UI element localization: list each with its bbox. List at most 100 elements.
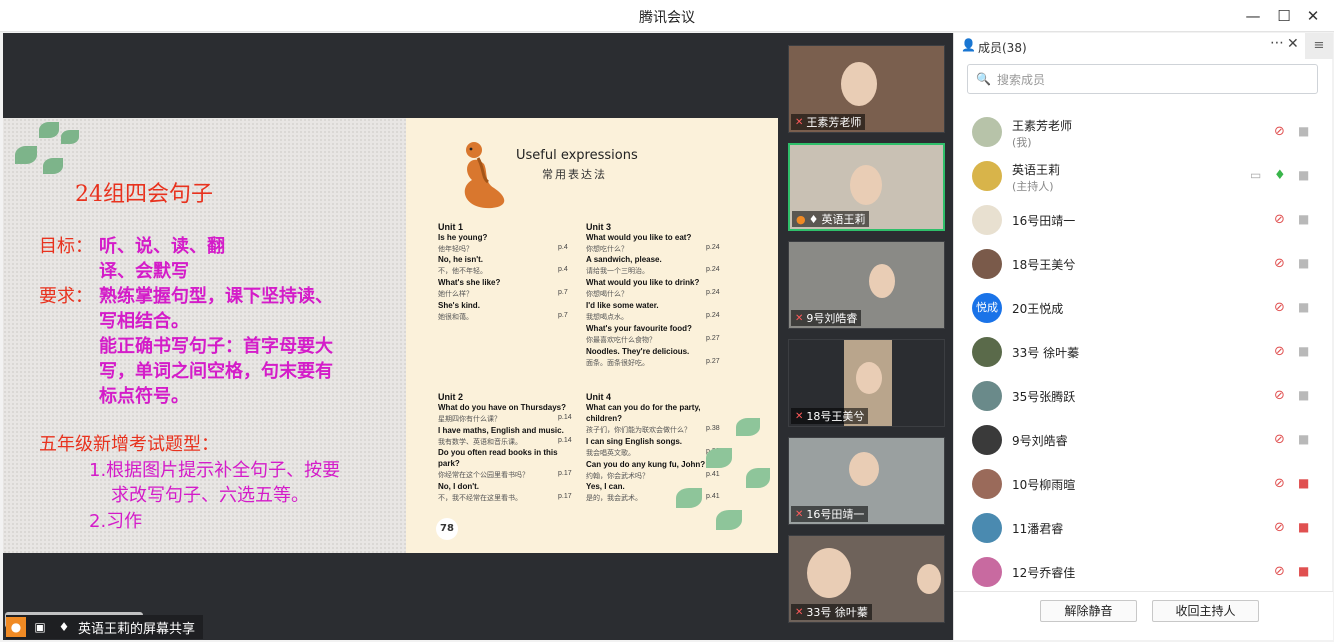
camera-icon[interactable]: ■ bbox=[1298, 388, 1309, 402]
page-ref: p.17 bbox=[558, 493, 572, 500]
member-row[interactable]: 9号刘皓睿 ⊘ ■ bbox=[954, 418, 1319, 462]
member-row[interactable]: 英语王莉 (主持人) ▭ ♦ ■ bbox=[954, 154, 1319, 198]
minimize-button[interactable]: — bbox=[1242, 5, 1264, 27]
video-tile-label: ✕ 33号 徐叶蓁 bbox=[791, 604, 872, 620]
window-title: 腾讯会议 bbox=[639, 10, 695, 26]
member-row[interactable]: 10号柳雨暄 ⊘ ■ bbox=[954, 462, 1319, 506]
member-row[interactable]: 16号田靖一 ⊘ ■ bbox=[954, 198, 1319, 242]
reclaim-host-button[interactable]: 收回主持人 bbox=[1152, 600, 1259, 622]
leaf-decoration bbox=[706, 448, 732, 468]
expression-cn: 你经常在这个公园里看书吗？ bbox=[438, 472, 529, 479]
avatar bbox=[972, 337, 1002, 367]
mic-muted-icon[interactable]: ⊘ bbox=[1274, 388, 1285, 403]
page-ref: p.24 bbox=[706, 244, 720, 251]
mic-active-icon[interactable]: ♦ bbox=[1274, 168, 1286, 183]
expression-cn: 面条。面条很好吃。 bbox=[586, 360, 649, 367]
mic-muted-icon[interactable]: ⊘ bbox=[1274, 344, 1285, 359]
page-ref: p.4 bbox=[558, 266, 568, 273]
goal-text-2: 译、会默写 bbox=[99, 261, 189, 282]
mic-muted-icon[interactable]: ⊘ bbox=[1274, 520, 1285, 535]
mic-muted-icon[interactable]: ⊘ bbox=[1274, 432, 1285, 447]
camera-off-icon[interactable]: ■ bbox=[1298, 520, 1309, 534]
mic-muted-icon[interactable]: ⊘ bbox=[1274, 300, 1285, 315]
member-name: 王素芳老师 bbox=[1012, 119, 1073, 133]
member-row[interactable]: 35号张腾跃 ⊘ ■ bbox=[954, 374, 1319, 418]
member-name: 18号王美兮 bbox=[1012, 258, 1076, 272]
member-name: 10号柳雨暄 bbox=[1012, 478, 1076, 492]
unmute-all-button[interactable]: 解除静音 bbox=[1040, 600, 1137, 622]
member-name: 35号张腾跃 bbox=[1012, 390, 1076, 404]
page-ref: p.24 bbox=[706, 266, 720, 273]
expression: What would you like to eat? bbox=[586, 233, 692, 242]
more-icon[interactable]: ⋯ bbox=[1270, 35, 1284, 51]
expression-cn: 你想喝什么？ bbox=[586, 291, 628, 298]
video-tile[interactable]: ✕ 9号刘皓睿 bbox=[788, 241, 945, 329]
mic-muted-icon[interactable]: ⊘ bbox=[1274, 124, 1285, 139]
page-ref: p.7 bbox=[558, 289, 568, 296]
video-tile-label: ✕ 16号田靖一 bbox=[791, 506, 869, 522]
member-search-input[interactable]: 🔍 搜索成员 bbox=[967, 64, 1318, 94]
page-ref: p.7 bbox=[558, 312, 568, 319]
mic-muted-icon[interactable]: ⊘ bbox=[1274, 476, 1285, 491]
req-label: 要求： bbox=[39, 286, 93, 307]
avatar bbox=[972, 469, 1002, 499]
member-row[interactable]: 33号 徐叶蓁 ⊘ ■ bbox=[954, 330, 1319, 374]
camera-off-icon[interactable]: ■ bbox=[1298, 476, 1309, 490]
video-tile[interactable]: ✕ 33号 徐叶蓁 bbox=[788, 535, 945, 623]
video-tile-label: ✕ 18号王美兮 bbox=[791, 408, 869, 424]
mic-muted-icon: ✕ bbox=[795, 606, 804, 618]
video-tile[interactable]: ✕ 王素芳老师 bbox=[788, 45, 945, 133]
host-icon: ● bbox=[796, 212, 806, 226]
video-tile[interactable]: ✕ 18号王美兮 bbox=[788, 339, 945, 427]
avatar bbox=[972, 513, 1002, 543]
avatar bbox=[972, 425, 1002, 455]
camera-icon[interactable]: ■ bbox=[1298, 432, 1309, 446]
maximize-button[interactable]: ☐ bbox=[1273, 5, 1295, 27]
person-icon: 👤 bbox=[961, 38, 976, 52]
camera-icon[interactable]: ■ bbox=[1298, 168, 1309, 182]
leaf-decoration bbox=[61, 130, 79, 144]
video-tile[interactable]: ● ♦ 英语王莉 bbox=[788, 143, 945, 231]
video-tile-label: ✕ 王素芳老师 bbox=[791, 114, 866, 130]
camera-icon[interactable]: ■ bbox=[1298, 124, 1309, 138]
camera-icon[interactable]: ■ bbox=[1298, 344, 1309, 358]
member-role: (我) bbox=[1012, 136, 1032, 149]
leaf-decoration bbox=[746, 468, 770, 488]
mic-muted-icon[interactable]: ⊘ bbox=[1274, 256, 1285, 271]
req-text-3: 能正确书写句子：首字母要大 bbox=[99, 336, 333, 357]
camera-icon[interactable]: ■ bbox=[1298, 256, 1309, 270]
camera-icon[interactable]: ■ bbox=[1298, 300, 1309, 314]
video-tile-label: ● ♦ 英语王莉 bbox=[792, 211, 870, 227]
mic-muted-icon[interactable]: ⊘ bbox=[1274, 212, 1285, 227]
expression: What's she like? bbox=[438, 278, 501, 287]
expression-cn: 她什么样？ bbox=[438, 291, 473, 298]
search-placeholder: 搜索成员 bbox=[996, 72, 1045, 87]
mic-muted-icon[interactable]: ⊘ bbox=[1274, 564, 1285, 579]
expression: What can you do for the party, bbox=[586, 403, 701, 412]
unit-2-heading: Unit 2 bbox=[438, 392, 464, 402]
expression: Can you do any kung fu, John? bbox=[586, 460, 706, 469]
close-button[interactable]: ✕ bbox=[1302, 5, 1324, 27]
expression-cn: 孩子们，你们能为联欢会做什么？ bbox=[586, 427, 691, 434]
expression-cn: 不，他不年轻。 bbox=[438, 268, 487, 275]
camera-off-icon[interactable]: ■ bbox=[1298, 564, 1309, 578]
page-ref: p.41 bbox=[706, 493, 720, 500]
menu-icon[interactable]: ≡ bbox=[1305, 33, 1333, 59]
member-row[interactable]: 12号乔睿佳 ⊘ ■ bbox=[954, 550, 1319, 594]
member-row[interactable]: 18号王美兮 ⊘ ■ bbox=[954, 242, 1319, 286]
mic-icon: ♦ bbox=[58, 620, 70, 634]
req-text-5: 标点符号。 bbox=[99, 386, 189, 407]
slide-title: 24组四会句子 bbox=[75, 182, 213, 207]
video-tile[interactable]: ✕ 16号田靖一 bbox=[788, 437, 945, 525]
member-role: (主持人) bbox=[1012, 180, 1054, 193]
avatar bbox=[972, 117, 1002, 147]
participant-video bbox=[869, 264, 895, 298]
member-row[interactable]: 悦成 20王悦成 ⊘ ■ bbox=[954, 286, 1319, 330]
member-row[interactable]: 11潘君睿 ⊘ ■ bbox=[954, 506, 1319, 550]
mic-icon: ♦ bbox=[808, 212, 819, 226]
member-row[interactable]: 王素芳老师 (我) ⊘ ■ bbox=[954, 110, 1319, 154]
close-panel-icon[interactable]: ✕ bbox=[1287, 36, 1299, 52]
camera-icon[interactable]: ■ bbox=[1298, 212, 1309, 226]
avatar bbox=[972, 557, 1002, 587]
leaf-decoration bbox=[716, 510, 742, 530]
